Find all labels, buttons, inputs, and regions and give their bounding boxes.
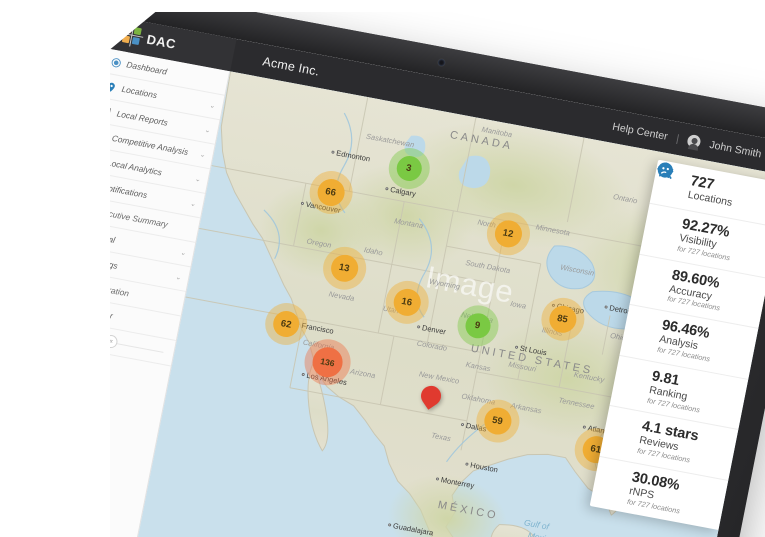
chevron-down-icon[interactable]: ⌄ — [179, 248, 186, 257]
metric-text: 96.46% Analysis for 727 locations — [656, 317, 716, 364]
star-icon — [613, 162, 674, 437]
screenshot-root: DAC Acme Inc. Help Center | John Smith D… — [0, 0, 765, 537]
brand-logo-text: DAC — [145, 31, 178, 52]
photo-mask-left — [0, 0, 110, 537]
metric-text: 30.08% rNPS for 727 locations — [626, 469, 686, 516]
chevron-down-icon[interactable]: ⌄ — [209, 101, 216, 110]
topbar-separator: | — [675, 132, 681, 145]
metric-text: 92.27% Visibility for 727 locations — [676, 216, 736, 263]
sidebar-item-label: Dashboard — [125, 59, 168, 77]
chevron-down-icon[interactable]: ⌄ — [189, 199, 196, 208]
sidebar-item-label: Local Analytics — [106, 157, 163, 178]
chevron-down-icon[interactable]: ⌄ — [199, 150, 206, 159]
check-circle-icon — [643, 162, 673, 285]
dashboard-gauge-icon — [110, 56, 123, 69]
chevron-down-icon[interactable]: ⌄ — [204, 126, 211, 135]
google-g-icon — [623, 163, 672, 386]
metric-text: 9.81 Ranking for 727 locations — [646, 368, 706, 415]
metric-text: 727 Locations — [687, 173, 737, 210]
location-pin-icon — [660, 162, 683, 187]
user-name-label[interactable]: John Smith — [708, 138, 762, 159]
magnifier-chart-icon — [633, 162, 672, 335]
metric-text: 89.60% Accuracy for 727 locations — [666, 267, 726, 314]
chevron-down-icon[interactable]: ⌄ — [175, 273, 182, 282]
laptop-device: DAC Acme Inc. Help Center | John Smith D… — [0, 0, 765, 537]
smiley-face-icon — [603, 163, 673, 487]
chevron-down-icon[interactable]: ⌄ — [194, 175, 201, 184]
metric-text: 4.1 stars Reviews for 727 locations — [636, 419, 699, 466]
user-avatar-icon — [686, 133, 703, 150]
eye-icon — [653, 164, 674, 234]
photo-mask-top — [0, 0, 765, 12]
sidebar-item-label: Locations — [120, 83, 158, 101]
help-center-link[interactable]: Help Center — [611, 120, 668, 142]
sidebar-item-label: Local Reports — [115, 108, 169, 128]
